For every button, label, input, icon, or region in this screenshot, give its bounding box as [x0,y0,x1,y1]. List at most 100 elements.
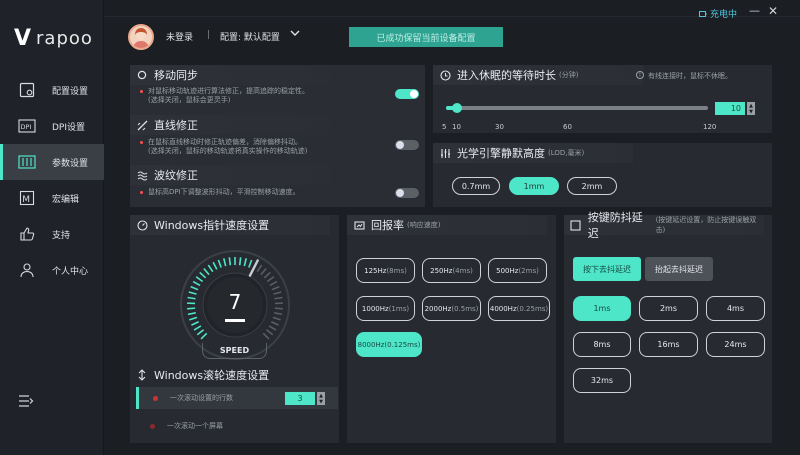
debounce-icon [570,219,582,231]
polling-option-500[interactable]: 500Hz (2ms) [488,258,547,283]
chevron-down-icon[interactable] [290,29,300,40]
desc-line: (选择关闭，鼠标的移动轨迹将真实操作的移动轨迹) [148,147,308,155]
gauge-tick [260,267,267,276]
debounce-option-8ms[interactable]: 8ms [573,332,631,357]
polling-option-8000[interactable]: 8000Hz (0.125ms) [356,332,422,357]
lod-icon [439,147,451,159]
sidebar: V rapoo 配置设置 DPI DPI设置 参数设置 M 宏编辑 支持 个人中… [0,0,104,455]
gauge-icon [136,219,148,231]
sidebar-item-label: 配置设置 [52,86,89,97]
scroll-lines-value[interactable]: 3 [285,392,315,405]
polling-option-1000[interactable]: 1000Hz (1ms) [356,296,415,321]
polling-option-2000[interactable]: 2000Hz (0.5ms) [422,296,481,321]
sidebar-item-label: 参数设置 [52,158,89,169]
debounce-option-2ms[interactable]: 2ms [639,296,698,321]
close-icon[interactable]: ✕ [768,4,778,18]
sidebar-item-config[interactable]: 配置设置 [0,72,104,108]
lod-option-2[interactable]: 2mm [567,177,617,195]
sleep-value[interactable]: 10 [715,102,745,115]
ripple-desc: 鼠标高DPI下调整波形抖动，平滑控制移动速度。 [140,188,390,197]
gauge-tick [212,261,218,270]
motion-sync-title: 移动同步 [154,69,198,82]
gauge-tick [223,258,227,267]
polling-icon [353,219,365,231]
thumbs-up-icon [18,225,36,243]
gauge-tick [195,276,204,283]
rate: 1000Hz [361,304,389,313]
sleep-slider[interactable] [446,103,708,113]
gauge-tick [238,257,242,266]
scroll-row-page[interactable]: 一次滚动一个屏幕 [136,415,338,437]
gauge-tick [190,285,199,291]
gauge-tick [274,296,283,300]
collapse-menu-icon[interactable] [18,393,34,407]
angle-snap-toggle[interactable] [395,140,419,150]
polling-option-125[interactable]: 125Hz (8ms) [356,258,415,283]
login-status[interactable]: 未登录 [166,30,193,43]
slider-tick: 5 [442,123,447,131]
sidebar-item-support[interactable]: 支持 [0,216,104,252]
sidebar-item-dpi[interactable]: DPI DPI设置 [0,108,104,144]
gauge-tick [207,264,214,273]
gauge-tick [200,332,208,340]
angle-snap-icon [136,119,148,131]
rate-ms: (2ms) [518,266,539,275]
lod-header: 光学引擎静默高度 (LOD,毫米) [433,143,633,163]
ripple-toggle[interactable] [395,188,419,198]
correction-panel: 移动同步 对鼠标移动轨迹进行算法修正，提高追踪的稳定性。 (选择关闭，鼠标会更灵… [130,65,425,207]
rate-ms: (8ms) [386,266,407,275]
gauge-tick [243,258,247,267]
scroll-row-label: 一次滚动设置的行数 [170,394,233,402]
gauge-tick [187,296,196,300]
save-config-button[interactable]: 已成功保留当前设备配置 [349,27,503,47]
sleep-hint: 有线连接时，鼠标不休眠。 [648,72,732,80]
sidebar-item-profile[interactable]: 个人中心 [0,252,104,288]
angle-snap-desc: 在鼠标直线移动时修正轨迹偏差，消除偏移抖动。 (选择关闭，鼠标的移动轨迹将真实操… [140,138,390,156]
header-separator: | [207,30,211,40]
scroll-lines-stepper[interactable]: 3 ▲ ▼ [285,392,325,405]
ripple-title: 波纹修正 [154,169,198,182]
rate: 500Hz [496,266,519,275]
lod-option-1[interactable]: 1mm [509,177,559,195]
gauge-tick [270,321,279,326]
polling-title: 回报率 [371,219,404,232]
rate-ms: (0.5ms) [451,304,479,313]
radio-dot [150,423,155,429]
gauge-tick [266,276,275,283]
avatar[interactable] [128,24,154,50]
sleep-header: 进入休眠的等待时长 (分钟) [433,65,643,85]
rate-ms: (0.125ms) [384,340,421,349]
debounce-option-1ms[interactable]: 1ms [573,296,631,321]
sidebar-item-macro[interactable]: M 宏编辑 [0,180,104,216]
slider-tick: 60 [563,123,572,131]
motion-sync-desc: 对鼠标移动轨迹进行算法修正，提高追踪的稳定性。 (选择关闭，鼠标会更灵手) [140,87,390,105]
sidebar-item-params[interactable]: 参数设置 [0,144,104,180]
motion-sync-toggle[interactable] [395,89,419,99]
debounce-option-4ms[interactable]: 4ms [706,296,765,321]
minimize-icon[interactable]: — [749,4,760,17]
lod-unit: (LOD,毫米) [548,149,585,157]
stepper-arrows-icon[interactable]: ▲ ▼ [317,392,325,405]
tab-release-debounce[interactable]: 抬起去抖延迟 [645,257,713,281]
tab-press-debounce[interactable]: 按下去抖延迟 [573,257,641,281]
rate-ms: (4ms) [452,266,473,275]
lod-title: 光学引擎静默高度 [457,147,545,160]
clock-icon [439,69,451,81]
debounce-option-16ms[interactable]: 16ms [639,332,698,357]
user-icon [18,261,36,279]
debounce-option-32ms[interactable]: 32ms [573,368,631,393]
debounce-option-24ms[interactable]: 24ms [706,332,765,357]
sleep-stepper[interactable]: 10 ▲ ▼ [715,102,755,115]
ripple-icon [136,169,148,181]
sidebar-item-label: 个人中心 [52,266,89,277]
charging-label: 充电中 [709,10,737,20]
stepper-arrows-icon[interactable]: ▲ ▼ [747,102,755,115]
debounce-unit: (按键延迟设置，防止按键误触双击) [655,216,757,234]
lod-option-0[interactable]: 0.7mm [452,177,500,195]
polling-option-4000[interactable]: 4000Hz (0.25ms) [488,296,550,321]
rate: 2000Hz [424,304,452,313]
profile-select[interactable]: 配置: 默认配置 [220,30,280,43]
polling-option-250[interactable]: 250Hz (4ms) [422,258,481,283]
polling-panel: 回报率 (响应速度) [347,215,556,443]
gauge-tick [262,332,270,340]
